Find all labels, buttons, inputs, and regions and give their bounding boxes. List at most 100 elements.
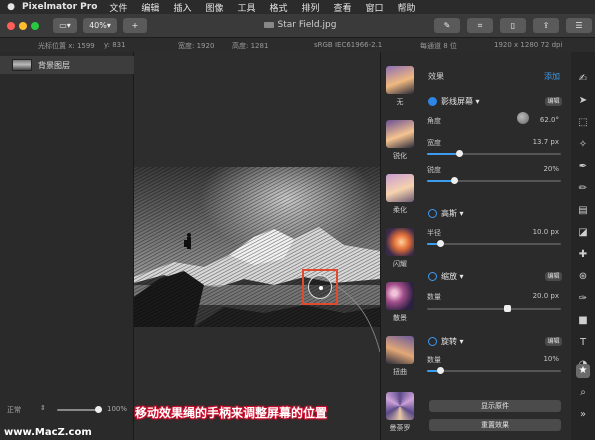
- menu-file[interactable]: 文件: [109, 1, 127, 14]
- spin-amount-slider[interactable]: [427, 367, 561, 374]
- share-button[interactable]: ⇪: [533, 18, 559, 33]
- effects-tool-icon[interactable]: ★: [576, 364, 590, 378]
- add-button[interactable]: +: [123, 18, 147, 33]
- preset-mandala-thumb[interactable]: [386, 392, 414, 420]
- plus-icon: +: [131, 21, 139, 30]
- zoom-amount-slider-handle[interactable]: [504, 305, 512, 312]
- sharpness-value[interactable]: 20%: [543, 165, 559, 173]
- effect-line-screen[interactable]: 影线屏幕 ▾: [428, 96, 480, 107]
- radius-value[interactable]: 10.0 px: [533, 228, 559, 236]
- image-canvas[interactable]: [134, 167, 380, 327]
- checkbox-off-icon[interactable]: [428, 337, 437, 346]
- checkbox-on-icon[interactable]: [428, 97, 437, 106]
- arrange-tool-icon[interactable]: ➤: [576, 94, 590, 108]
- close-window-button[interactable]: [7, 22, 15, 30]
- tools-bar: ✍ ➤ ⬚ ✧ ✒ ✏ ▤ ◪ ✚ ⊛ ✑ ■ T ◕ ★ ⌕ »: [571, 52, 595, 440]
- radius-slider[interactable]: [427, 240, 561, 247]
- menu-edit[interactable]: 编辑: [141, 1, 159, 14]
- share-icon: ⇪: [542, 21, 550, 30]
- selection-tool-icon[interactable]: ⬚: [576, 116, 590, 130]
- zoom-tool-icon[interactable]: ⌕: [576, 386, 590, 400]
- quick-selection-icon[interactable]: ✧: [576, 138, 590, 152]
- document-button[interactable]: ▯: [500, 18, 526, 33]
- effect-gaussian[interactable]: 高斯 ▾: [428, 208, 464, 219]
- checkbox-off-icon[interactable]: [428, 209, 437, 218]
- menu-insert[interactable]: 插入: [173, 1, 191, 14]
- preset-sharpen-label: 锐化: [393, 152, 407, 160]
- menu-view[interactable]: 查看: [334, 1, 352, 14]
- retouch-icon[interactable]: ⊛: [576, 270, 590, 284]
- width-slider[interactable]: [427, 150, 561, 157]
- menu-tools[interactable]: 工具: [237, 1, 255, 14]
- preset-distort-thumb[interactable]: [386, 336, 414, 364]
- width-slider-handle[interactable]: [456, 150, 464, 157]
- angle-value[interactable]: 62.0°: [540, 116, 559, 124]
- opacity-slider-handle[interactable]: [95, 406, 102, 413]
- document-icon: ▯: [510, 21, 516, 30]
- effect-zoom[interactable]: 缩放 ▾: [428, 271, 464, 282]
- style-tool-button[interactable]: ✎: [434, 18, 460, 33]
- brush-icon: ✎: [443, 21, 451, 30]
- edit-line-screen-button[interactable]: 编辑: [545, 97, 562, 106]
- zoom-amount-slider[interactable]: [427, 305, 561, 312]
- apple-icon[interactable]: ●: [0, 2, 22, 12]
- menu-arrange[interactable]: 排列: [302, 1, 320, 14]
- effect-position-handle[interactable]: [308, 275, 332, 299]
- angle-dial[interactable]: [517, 112, 529, 124]
- spin-amount-label: 数量: [427, 356, 441, 364]
- text-icon[interactable]: T: [576, 336, 590, 350]
- preset-soften-thumb[interactable]: [386, 174, 414, 202]
- eraser-icon[interactable]: ◪: [576, 226, 590, 240]
- radius-slider-handle[interactable]: [437, 240, 445, 247]
- preset-shine-thumb[interactable]: [386, 228, 414, 256]
- layer-thumbnail: [12, 59, 32, 71]
- paint-brush-icon[interactable]: ✏: [576, 182, 590, 196]
- expand-tools-icon[interactable]: »: [576, 408, 590, 422]
- document-title-text: Star Field.jpg: [277, 20, 337, 30]
- canvas-area[interactable]: [134, 52, 380, 440]
- preset-sharpen-thumb[interactable]: [386, 120, 414, 148]
- shape-icon[interactable]: ■: [576, 314, 590, 328]
- repair-icon[interactable]: ✚: [576, 248, 590, 262]
- effects-header: 效果: [428, 72, 444, 81]
- blend-mode-select[interactable]: 正常: [7, 405, 21, 415]
- crop-button[interactable]: ⌗: [467, 18, 493, 33]
- layer-row[interactable]: 背景图层: [0, 56, 134, 74]
- minimize-window-button[interactable]: [19, 22, 27, 30]
- layer-name: 背景图层: [38, 60, 70, 70]
- checkbox-off-icon[interactable]: [428, 272, 437, 281]
- menu-window[interactable]: 窗口: [366, 1, 384, 14]
- preset-none-thumb[interactable]: [386, 66, 414, 94]
- sidebar-toggle-button[interactable]: ▭▾: [53, 18, 77, 33]
- menu-help[interactable]: 帮助: [398, 1, 416, 14]
- color-picker-icon[interactable]: ✒: [576, 160, 590, 174]
- reset-effects-button[interactable]: 重置效果: [429, 419, 561, 431]
- edit-zoom-button[interactable]: 编辑: [545, 272, 562, 281]
- show-original-button[interactable]: 显示原件: [429, 400, 561, 412]
- menu-image[interactable]: 图像: [205, 1, 223, 14]
- pen-icon[interactable]: ✑: [576, 292, 590, 306]
- preset-bokeh-thumb[interactable]: [386, 282, 414, 310]
- menu-format[interactable]: 格式: [269, 1, 287, 14]
- width-label: 宽度: [427, 139, 441, 147]
- sharpness-slider[interactable]: [427, 177, 561, 184]
- adjust-button[interactable]: ☰: [566, 18, 592, 33]
- effect-line-screen-label: 影线屏幕: [441, 97, 473, 106]
- style-tool-icon[interactable]: ✍: [576, 72, 590, 86]
- width-value[interactable]: 13.7 px: [533, 138, 559, 146]
- edit-spin-button[interactable]: 编辑: [545, 337, 562, 346]
- effect-spin[interactable]: 旋转 ▾: [428, 336, 464, 347]
- gradient-icon[interactable]: ▤: [576, 204, 590, 218]
- opacity-slider[interactable]: [57, 409, 97, 411]
- zoom-window-button[interactable]: [31, 22, 39, 30]
- zoom-menu-button[interactable]: 40% ▾: [83, 18, 117, 33]
- add-effect-button[interactable]: 添加: [544, 71, 560, 82]
- sharpness-slider-handle[interactable]: [450, 177, 458, 184]
- effect-gaussian-label: 高斯: [441, 209, 457, 218]
- app-menu[interactable]: Pixelmator Pro: [22, 2, 97, 12]
- spin-amount-value[interactable]: 10%: [543, 355, 559, 363]
- crop-icon: ⌗: [477, 20, 483, 30]
- spin-amount-slider-handle[interactable]: [437, 367, 445, 374]
- handle-center-dot[interactable]: [319, 286, 323, 290]
- zoom-amount-value[interactable]: 20.0 px: [533, 292, 559, 300]
